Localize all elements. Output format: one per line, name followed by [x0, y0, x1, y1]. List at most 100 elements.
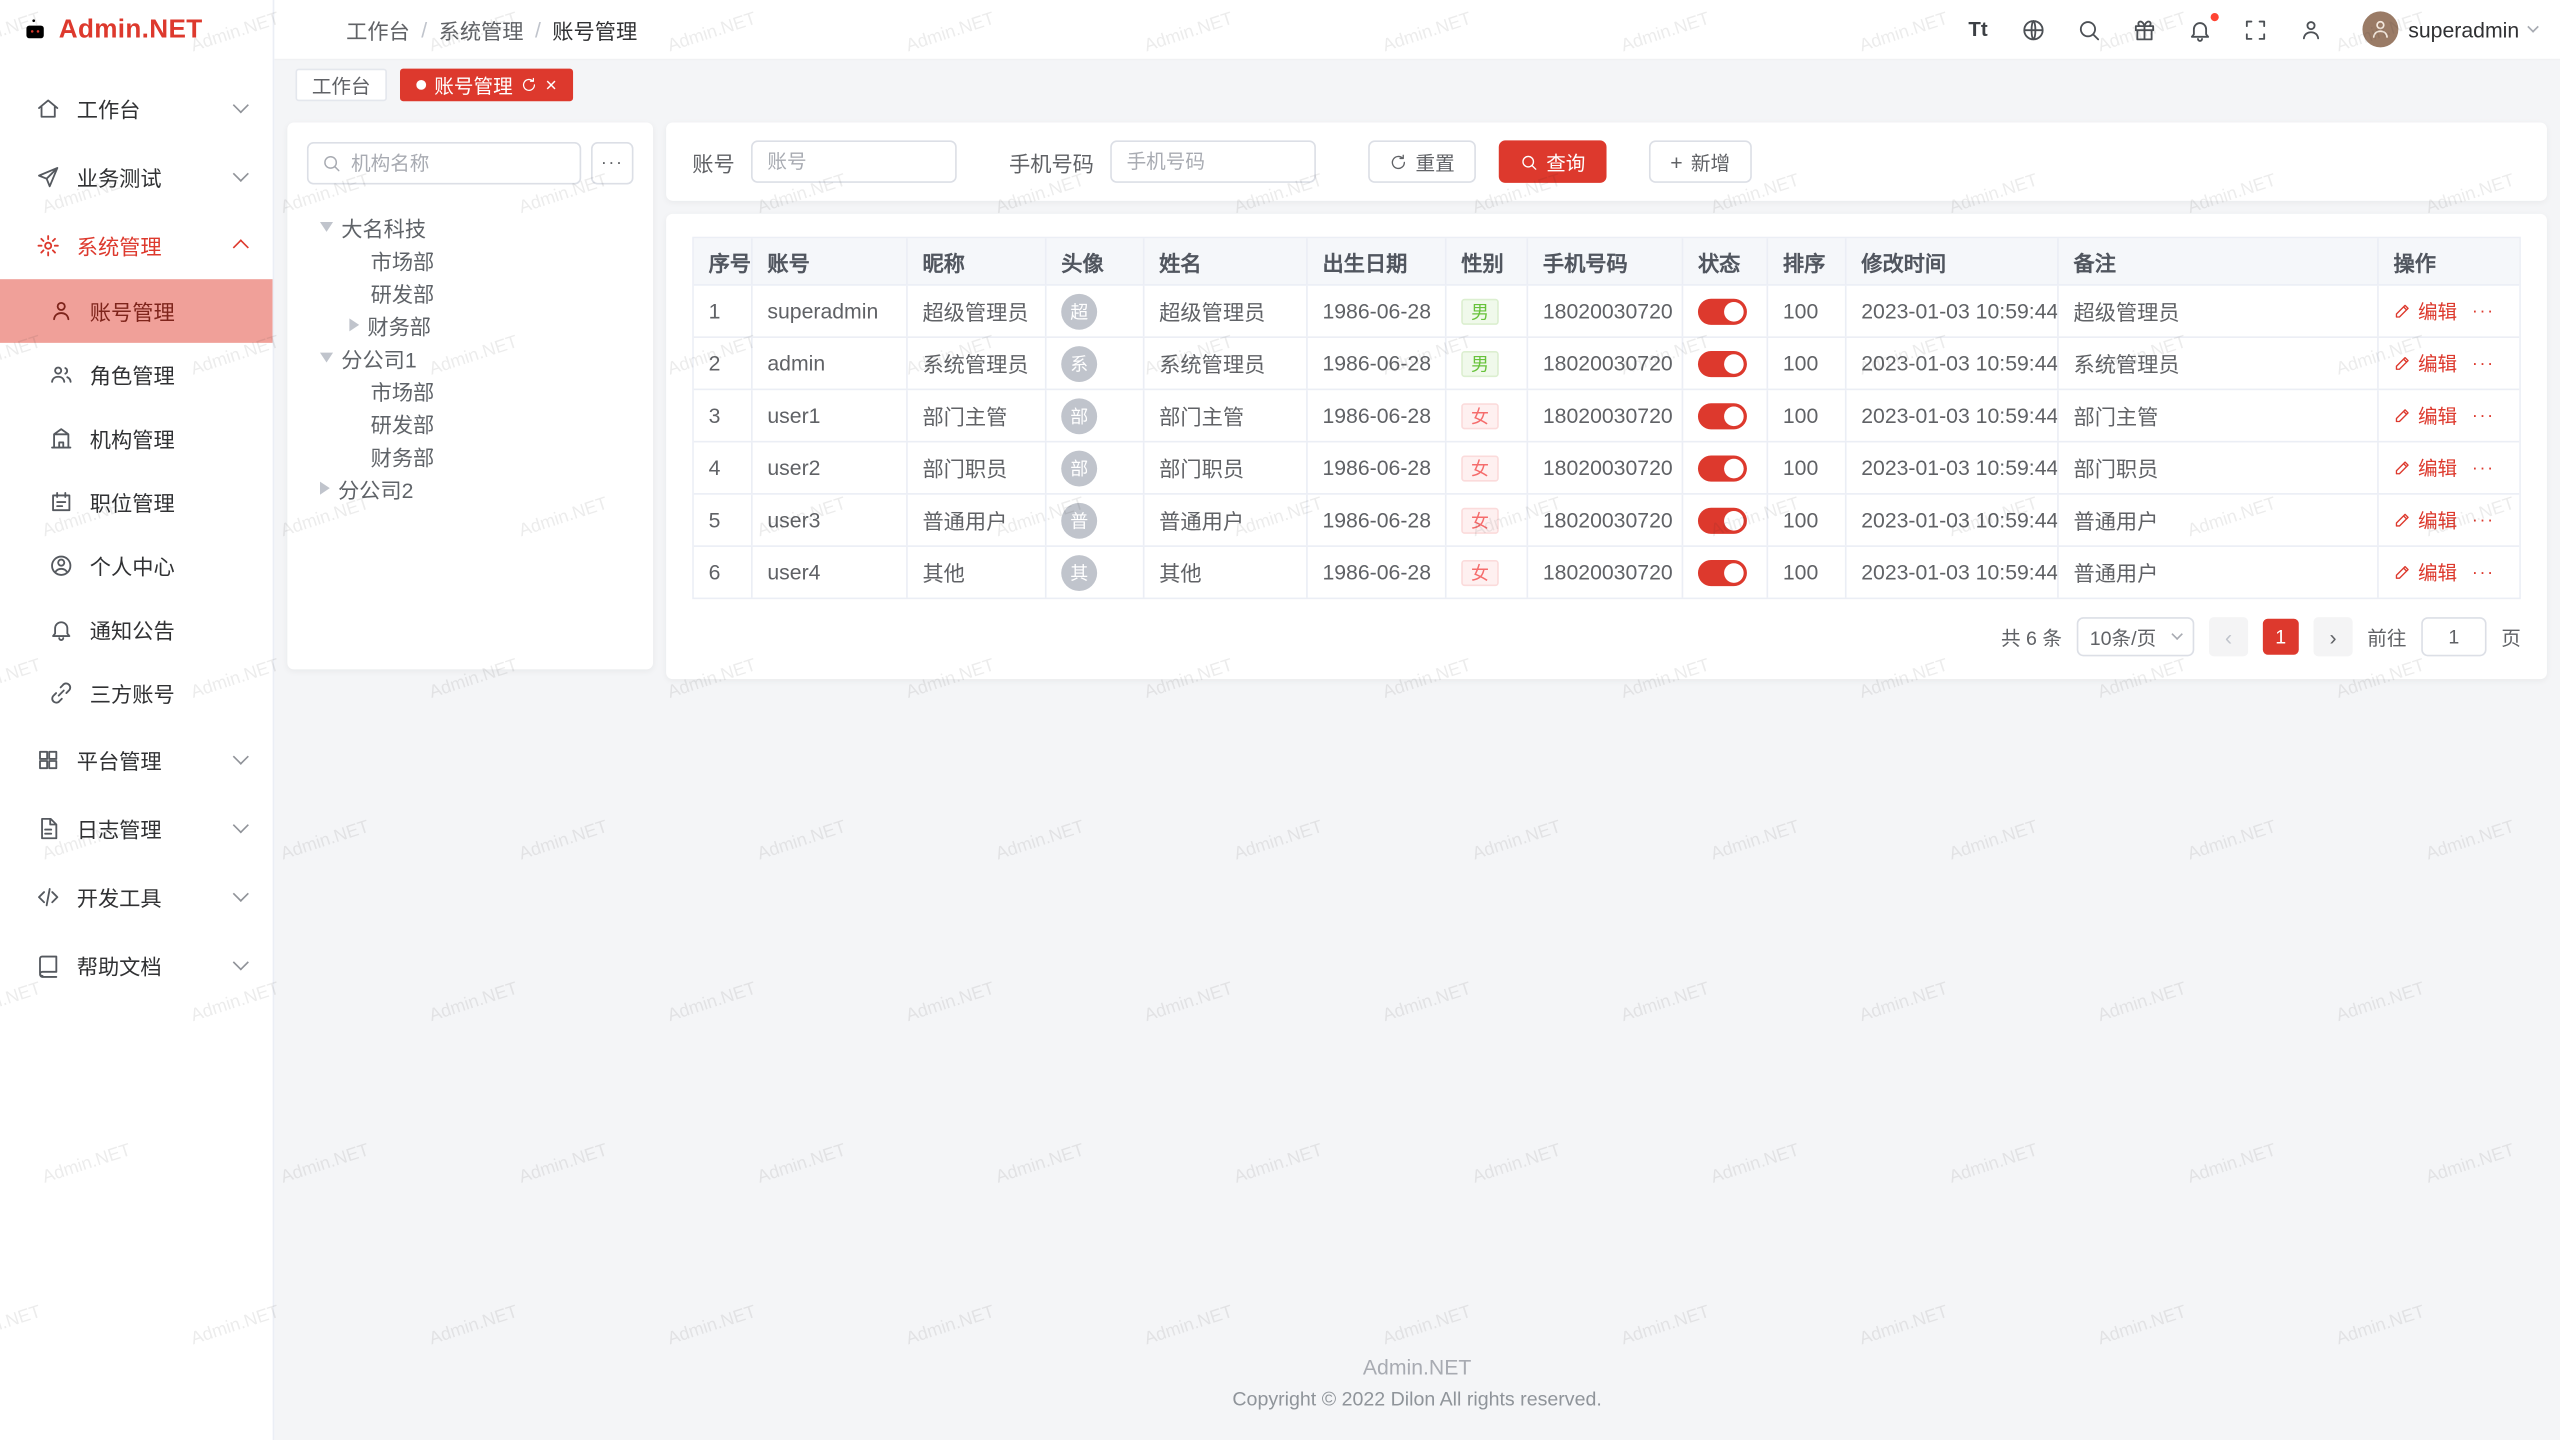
reset-button[interactable]: 重置 — [1368, 140, 1476, 182]
breadcrumb-item[interactable]: 系统管理 — [439, 14, 524, 45]
add-button[interactable]: + 新增 — [1649, 140, 1751, 182]
breadcrumb-item[interactable]: 工作台 — [346, 14, 410, 45]
sidebar-item-notice[interactable]: 通知公告 — [0, 598, 273, 662]
user-avatar: 部 — [1061, 450, 1097, 486]
notification-button[interactable] — [2186, 16, 2214, 44]
pagination: 共 6 条 10条/页 ‹ 1 › 前往 页 — [692, 617, 2521, 656]
page-footer: Admin.NET Copyright © 2022 Dilon All rig… — [287, 1355, 2547, 1427]
tab-workbench[interactable]: 工作台 — [296, 69, 387, 102]
cell-actions: 编辑 ··· — [2379, 442, 2519, 493]
link-icon — [49, 681, 73, 705]
tree-node-label: 财务部 — [367, 309, 431, 340]
sidebar-item-help-docs[interactable]: 帮助文档 — [0, 931, 273, 1000]
phone-filter-input[interactable] — [1110, 140, 1316, 182]
user-menu[interactable]: superadmin — [2363, 11, 2538, 47]
cell-phone: 18020030720 — [1528, 442, 1683, 493]
goto-page-input[interactable] — [2421, 617, 2486, 656]
tree-node-child[interactable]: 财务部 — [307, 309, 634, 342]
theme-button[interactable] — [2131, 16, 2159, 44]
sidebar-item-third-party-account[interactable]: 三方账号 — [0, 661, 273, 725]
sidebar-item-platform-manage[interactable]: 平台管理 — [0, 725, 273, 794]
column-header: 状态 — [1683, 238, 1768, 284]
status-toggle[interactable] — [1698, 350, 1747, 376]
caret-down-icon[interactable] — [320, 353, 333, 363]
tree-node-child[interactable]: 研发部 — [307, 407, 634, 440]
page-number-button[interactable]: 1 — [2263, 619, 2299, 655]
org-search-box[interactable] — [307, 142, 581, 184]
cell-avatar: 其 — [1047, 547, 1145, 598]
fullscreen-button[interactable] — [2242, 16, 2270, 44]
caret-right-icon[interactable] — [320, 482, 330, 495]
edit-button[interactable]: 编辑 — [2393, 454, 2457, 482]
query-button[interactable]: 查询 — [1499, 140, 1607, 182]
chevron-down-icon — [233, 817, 249, 833]
tree-node-label: 分公司1 — [341, 342, 416, 373]
tree-node-parent[interactable]: 分公司1 — [307, 341, 634, 374]
cell-phone: 18020030720 — [1528, 338, 1683, 389]
status-toggle[interactable] — [1698, 507, 1747, 533]
sidebar-item-role-manage[interactable]: 角色管理 — [0, 343, 273, 407]
org-search-input[interactable] — [351, 152, 567, 175]
sidebar-item-system-manage[interactable]: 系统管理 — [0, 211, 273, 280]
page-size-select[interactable]: 10条/页 — [2077, 617, 2195, 656]
hamburger-menu-icon[interactable] — [297, 16, 323, 42]
row-more-button[interactable]: ··· — [2472, 301, 2495, 321]
page-size-value: 10条/页 — [2090, 623, 2156, 651]
row-more-button[interactable]: ··· — [2472, 353, 2495, 373]
bell-icon — [49, 617, 73, 641]
sidebar-item-org-manage[interactable]: 机构管理 — [0, 407, 273, 471]
tab-account-manage[interactable]: 账号管理 × — [400, 69, 573, 102]
tree-node-child[interactable]: 市场部 — [307, 243, 634, 276]
caret-right-icon[interactable] — [349, 318, 359, 331]
language-button[interactable] — [2020, 16, 2048, 44]
tree-node-parent[interactable]: 分公司2 — [307, 472, 634, 505]
sidebar-item-label: 个人中心 — [90, 550, 175, 581]
global-search-button[interactable] — [2075, 16, 2103, 44]
edit-button[interactable]: 编辑 — [2393, 297, 2457, 325]
cell-gender: 女 — [1447, 390, 1529, 441]
gender-badge: 女 — [1461, 507, 1499, 533]
tab-refresh-icon[interactable] — [521, 77, 537, 93]
tree-node-parent[interactable]: 大名科技 — [307, 211, 634, 244]
account-filter-input[interactable] — [751, 140, 957, 182]
table-row: 2admin系统管理员系系统管理员1986-06-28男180200307201… — [694, 336, 2519, 388]
status-toggle[interactable] — [1698, 402, 1747, 428]
tree-more-button[interactable]: ··· — [591, 142, 633, 184]
row-more-button[interactable]: ··· — [2472, 510, 2495, 530]
status-toggle[interactable] — [1698, 455, 1747, 481]
tree-node-child[interactable]: 财务部 — [307, 439, 634, 472]
sidebar-item-workbench[interactable]: 工作台 — [0, 73, 273, 142]
tree-node-child[interactable]: 市场部 — [307, 374, 634, 407]
cell-status — [1683, 390, 1768, 441]
edit-button[interactable]: 编辑 — [2393, 349, 2457, 377]
sidebar-item-position-manage[interactable]: 职位管理 — [0, 470, 273, 534]
row-more-button[interactable]: ··· — [2472, 458, 2495, 478]
cell-sort: 100 — [1768, 338, 1846, 389]
column-header: 序号 — [694, 238, 753, 284]
caret-down-icon[interactable] — [320, 222, 333, 232]
sidebar-item-dev-tools[interactable]: 开发工具 — [0, 862, 273, 931]
edit-button[interactable]: 编辑 — [2393, 558, 2457, 586]
tree-node-child[interactable]: 研发部 — [307, 276, 634, 309]
row-more-button[interactable]: ··· — [2472, 406, 2495, 426]
prev-page-button[interactable]: ‹ — [2209, 617, 2248, 656]
sidebar-item-log-manage[interactable]: 日志管理 — [0, 793, 273, 862]
row-more-button[interactable]: ··· — [2472, 562, 2495, 582]
tab-close-icon[interactable]: × — [545, 75, 556, 95]
sidebar-item-label: 账号管理 — [90, 296, 175, 327]
edit-button[interactable]: 编辑 — [2393, 506, 2457, 534]
profile-settings-button[interactable] — [2297, 16, 2325, 44]
edit-button[interactable]: 编辑 — [2393, 402, 2457, 430]
status-toggle[interactable] — [1698, 559, 1747, 585]
next-page-button[interactable]: › — [2313, 617, 2352, 656]
phone-filter-label: 手机号码 — [1009, 146, 1094, 177]
sidebar-item-business-test[interactable]: 业务测试 — [0, 142, 273, 211]
column-header: 排序 — [1768, 238, 1846, 284]
cell-phone: 18020030720 — [1528, 390, 1683, 441]
pagination-total: 共 6 条 — [2001, 623, 2062, 651]
cell-account: user4 — [753, 547, 908, 598]
font-size-button[interactable]: Tt — [1964, 16, 1992, 44]
sidebar-item-personal-center[interactable]: 个人中心 — [0, 534, 273, 598]
status-toggle[interactable] — [1698, 298, 1747, 324]
sidebar-item-account-manage[interactable]: 账号管理 — [0, 279, 273, 343]
